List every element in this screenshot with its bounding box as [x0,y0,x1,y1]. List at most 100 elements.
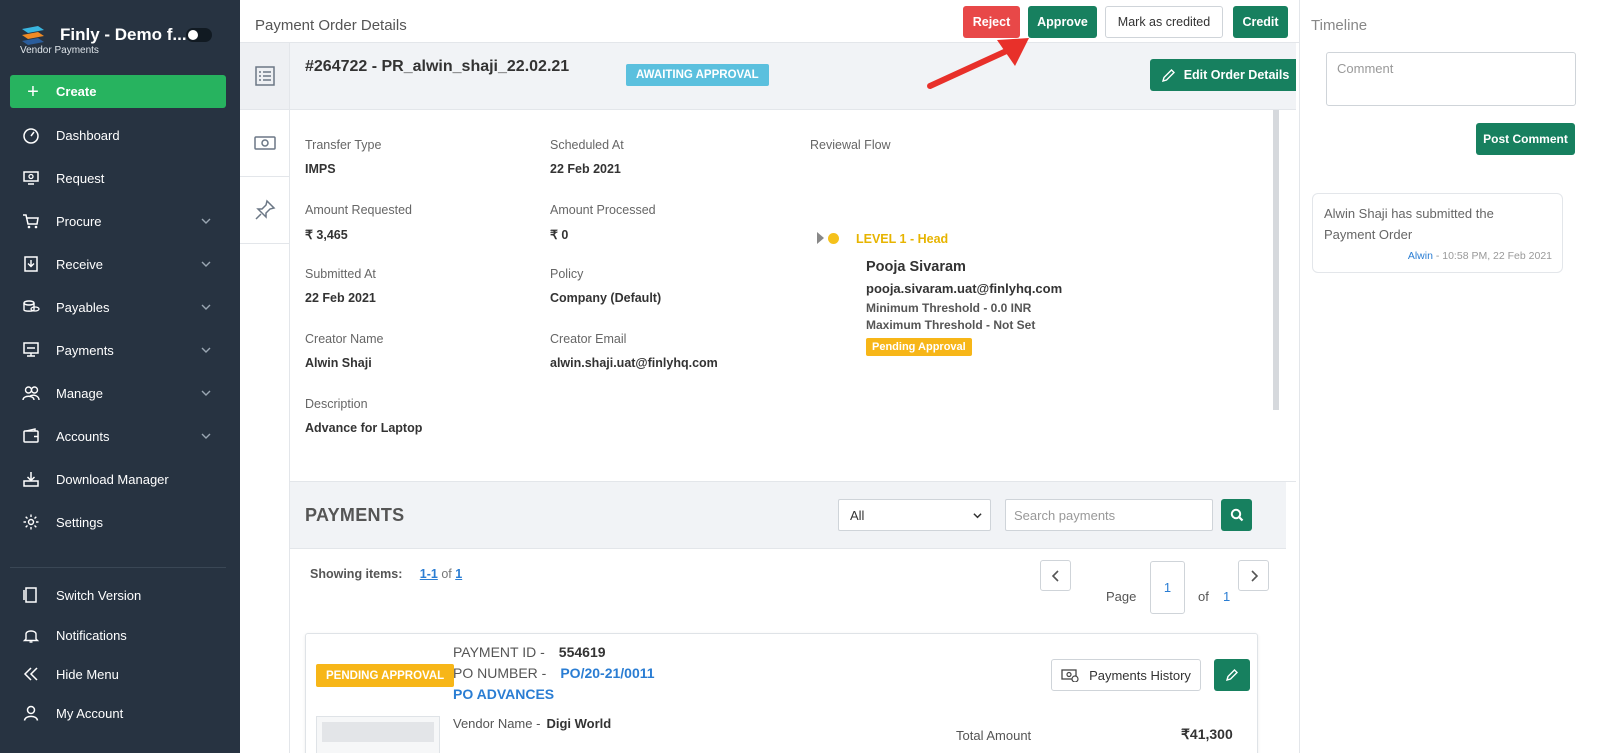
search-payments-input[interactable] [1005,499,1213,531]
total-amount-label: Total Amount [956,728,1032,743]
comment-input[interactable] [1326,52,1576,106]
reject-button[interactable]: Reject [963,6,1020,38]
page-total: 1 [1223,589,1231,604]
pencil-icon [1225,669,1238,682]
chevron-right-icon [1250,569,1258,582]
approve-button[interactable]: Approve [1028,6,1097,38]
sidebar-item-procure[interactable]: Procure [0,206,240,236]
level-status-dot [828,233,839,244]
reviewer-status-badge: Pending Approval [866,338,972,356]
po-number-line: PO NUMBER - PO/20-21/0011 [453,665,655,681]
sidebar-item-manage[interactable]: Manage [0,378,240,408]
submitted-at-value: 22 Feb 2021 [305,291,376,305]
timeline-panel: Timeline Post Comment Alwin Shaji has su… [1299,0,1599,753]
sidebar-item-label: My Account [56,705,124,721]
timeline-entry-meta: Alwin - 10:58 PM, 22 Feb 2021 [1408,250,1552,262]
next-page-button[interactable] [1238,560,1269,591]
edit-payment-button[interactable] [1214,659,1250,691]
pin-icon [254,199,275,220]
tab-payments[interactable] [240,110,289,177]
sidebar-item-label: Settings [56,514,103,530]
cart-icon [0,212,56,230]
sidebar-item-payments[interactable]: Payments [0,335,240,365]
po-number-label: PO NUMBER - [453,665,547,681]
sidebar-item-payables[interactable]: Payables [0,292,240,322]
min-threshold: Minimum Threshold - 0.0 INR [866,301,1032,315]
creator-name-value: Alwin Shaji [305,356,372,370]
po-number-link[interactable]: PO/20-21/0011 [560,665,654,681]
sidebar-item-hide-menu[interactable]: Hide Menu [0,659,240,689]
theme-toggle[interactable] [186,28,212,42]
double-chevron-left-icon [0,665,56,683]
payment-card: PENDING APPROVAL PAYMENT ID - 554619 PO N… [305,633,1258,753]
page-number-input[interactable]: 1 [1150,561,1185,614]
sidebar-item-label: Hide Menu [56,666,119,682]
filter-selected-value: All [850,507,865,523]
sidebar-item-request[interactable]: Request [0,163,240,193]
sidebar-item-my-account[interactable]: My Account [0,698,240,728]
edit-order-details-button[interactable]: Edit Order Details [1150,59,1296,91]
sidebar-item-download-manager[interactable]: Download Manager [0,464,240,494]
amount-requested-value: ₹ 3,465 [305,228,348,242]
plus-icon: + [27,80,39,103]
payments-filter-select[interactable]: All [838,499,991,531]
create-button[interactable]: + Create [10,75,226,108]
credit-button[interactable]: Credit [1233,6,1288,38]
payments-history-label: Payments History [1089,667,1191,683]
sidebar-item-label: Switch Version [56,587,142,603]
po-type: PO ADVANCES [453,686,555,702]
sidebar-item-accounts[interactable]: Accounts [0,421,240,451]
post-comment-button[interactable]: Post Comment [1476,123,1575,155]
showing-total-link[interactable]: 1 [455,567,462,581]
sidebar-item-dashboard[interactable]: Dashboard [0,120,240,150]
sidebar-item-settings[interactable]: Settings [0,507,240,537]
list-details-icon [254,66,275,86]
amount-processed-value: ₹ 0 [550,228,569,242]
payment-id-label: PAYMENT ID - [453,644,545,660]
search-button[interactable] [1221,499,1252,531]
switch-icon [0,586,56,604]
detail-side-tabs [240,43,290,753]
receive-icon [0,255,56,273]
showing-range-link[interactable]: 1-1 [420,567,438,581]
brand[interactable]: Finly - Demo f... Vendor Payments [18,22,228,62]
tab-order-details[interactable] [240,43,289,110]
sidebar-item-notifications[interactable]: Notifications [0,620,240,650]
prev-page-button[interactable] [1040,560,1071,591]
page-label: Page [1106,589,1137,604]
reviewer-email: pooja.sivaram.uat@finlyhq.com [866,281,1063,296]
payments-header: PAYMENTS All [290,482,1286,549]
edit-order-label: Edit Order Details [1183,68,1290,82]
payments-title: PAYMENTS [305,505,405,525]
payments-icon [0,341,56,359]
chevron-down-icon [201,218,211,224]
sidebar-item-receive[interactable]: Receive [0,249,240,279]
chevron-down-icon [201,304,211,310]
vendor-line: Vendor Name - Digi World [453,716,611,731]
mark-as-credited-button[interactable]: Mark as credited [1105,6,1223,38]
details-scrollbar[interactable] [1273,110,1279,410]
description-value: Advance for Laptop [305,421,423,435]
timeline-entry-text: Alwin Shaji has submitted the Payment Or… [1324,206,1494,242]
page-header: Payment Order Details Reject Approve Mar… [240,0,1299,43]
payment-id-value: 554619 [558,644,606,660]
sidebar-item-label: Dashboard [56,127,120,143]
review-level: LEVEL 1 - Head [856,232,949,246]
payment-status-badge: PENDING APPROVAL [316,664,455,687]
sidebar-item-label: Request [56,170,105,186]
user-icon [0,704,56,722]
expand-arrow-icon[interactable] [817,232,824,244]
submitted-at-label: Submitted At [305,267,376,281]
vendor-name: Digi World [546,716,612,731]
description-label: Description [305,397,368,411]
tab-attachments[interactable] [240,177,289,244]
invoice-thumbnail[interactable] [316,716,440,753]
bell-icon [0,626,56,644]
sidebar-item-switch-version[interactable]: Switch Version [0,580,240,610]
payments-history-button[interactable]: Payments History [1051,659,1201,691]
showing-items: Showing items: 1-1 of 1 [310,567,462,581]
sidebar-item-label: Download Manager [56,471,169,487]
policy-value: Company (Default) [550,291,662,305]
chevron-down-icon [201,261,211,267]
search-icon [1230,508,1243,522]
